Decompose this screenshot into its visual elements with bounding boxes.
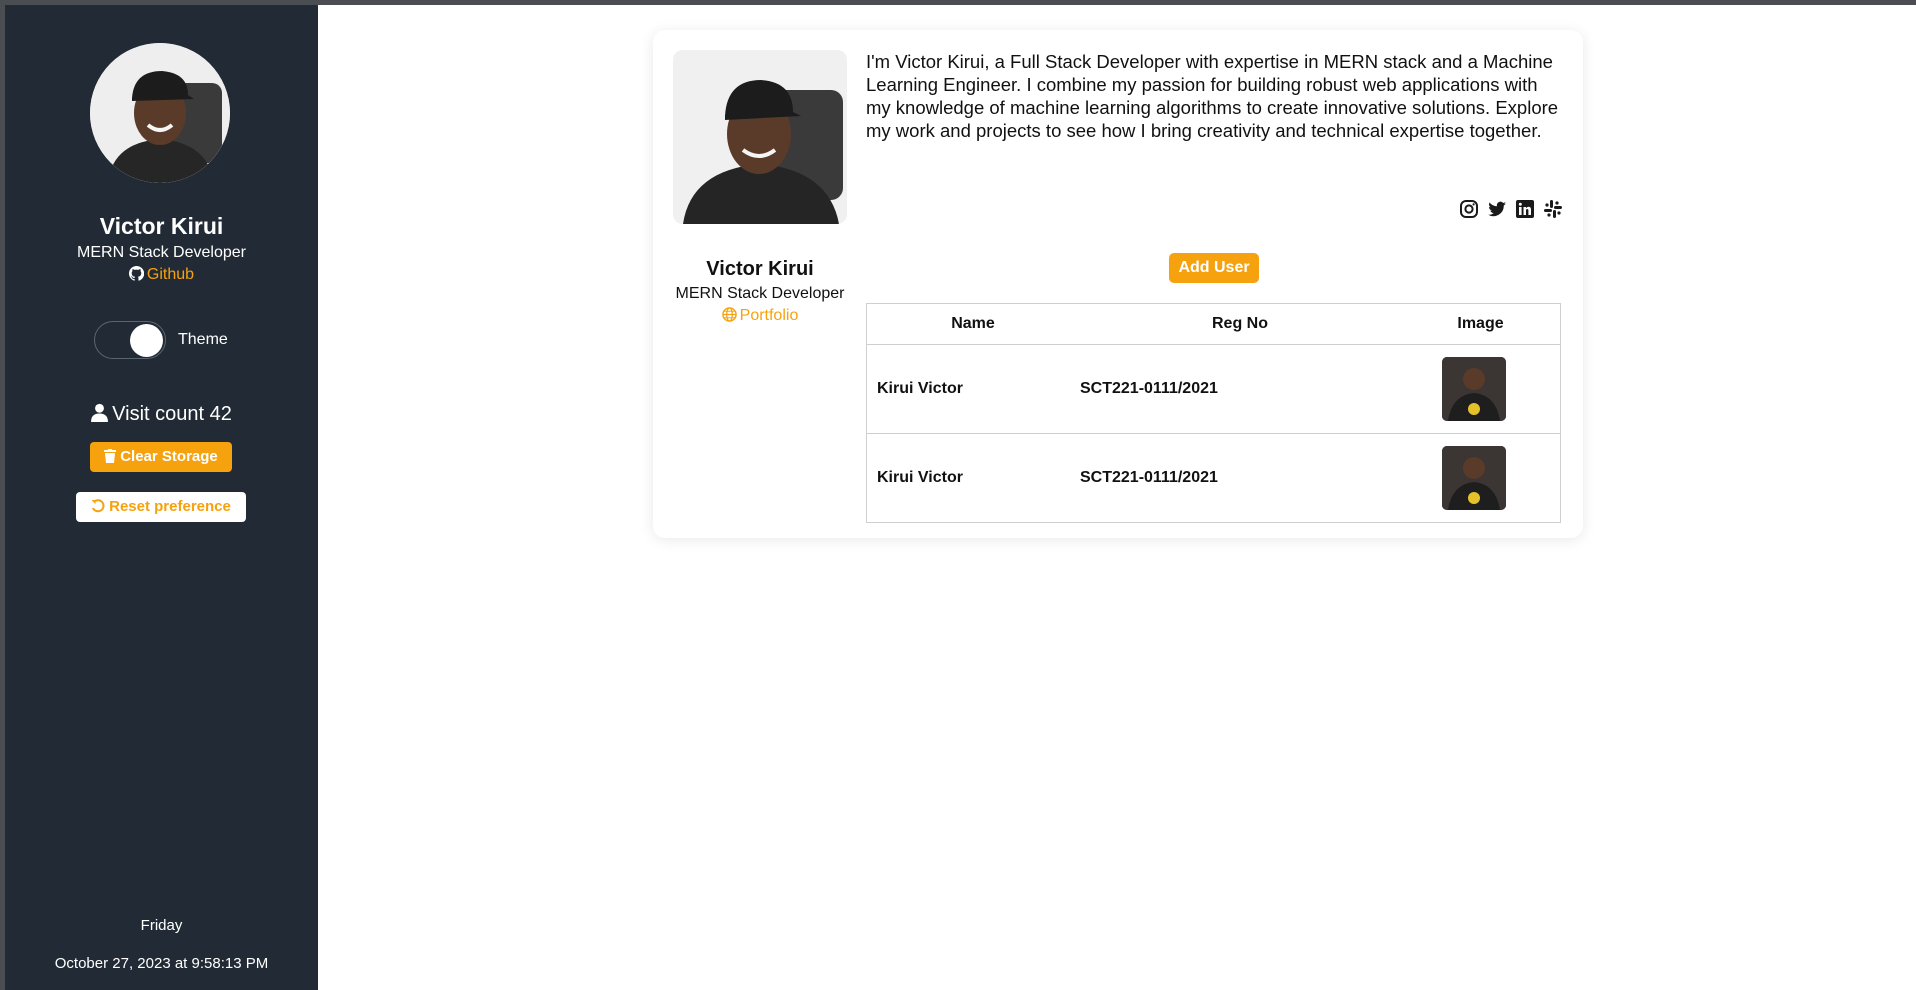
- reset-preference-label: Reset preference: [109, 498, 231, 515]
- twitter-icon[interactable]: [1487, 199, 1507, 219]
- column-header-name: Name: [866, 303, 1079, 345]
- github-icon: [128, 265, 145, 286]
- cell-reg-no: SCT221-0111/2021: [1079, 433, 1401, 523]
- cell-image: [1401, 433, 1561, 523]
- profile-photo: [673, 50, 847, 224]
- table-row: Kirui Victor SCT221-0111/2021: [866, 344, 1561, 434]
- slack-icon[interactable]: [1543, 199, 1563, 219]
- cell-reg-no: SCT221-0111/2021: [1079, 344, 1401, 434]
- add-user-button[interactable]: Add User: [1169, 253, 1259, 283]
- column-header-image: Image: [1401, 303, 1561, 345]
- linkedin-icon[interactable]: [1515, 199, 1535, 219]
- sidebar: Victor Kirui MERN Stack Developer Github…: [5, 5, 318, 990]
- instagram-icon[interactable]: [1459, 199, 1479, 219]
- social-links: [1459, 199, 1563, 219]
- current-datetime: October 27, 2023 at 9:58:13 PM: [54, 955, 269, 972]
- profile-card: I'm Victor Kirui, a Full Stack Developer…: [653, 30, 1583, 538]
- undo-icon: [91, 499, 105, 513]
- sidebar-name: Victor Kirui: [99, 213, 224, 239]
- github-link[interactable]: Github: [5, 265, 318, 286]
- current-day: Friday: [140, 917, 183, 934]
- profile-name: Victor Kirui: [706, 258, 814, 280]
- table-row: Kirui Victor SCT221-0111/2021: [866, 433, 1561, 523]
- theme-toggle-knob: [130, 324, 163, 357]
- sidebar-avatar: [90, 43, 230, 183]
- globe-icon: [721, 307, 737, 322]
- profile-role: MERN Stack Developer: [675, 285, 845, 302]
- portfolio-label: Portfolio: [739, 307, 799, 324]
- clear-storage-button[interactable]: Clear Storage: [90, 442, 232, 472]
- cell-name: Kirui Victor: [866, 344, 1079, 434]
- reset-preference-button[interactable]: Reset preference: [76, 492, 246, 522]
- theme-label: Theme: [178, 331, 228, 348]
- profile-bio: I'm Victor Kirui, a Full Stack Developer…: [866, 51, 1559, 141]
- table-header-row: Name Reg No Image: [866, 303, 1561, 345]
- cell-name: Kirui Victor: [866, 433, 1079, 523]
- users-table: Name Reg No Image Kirui Victor SCT221-01…: [866, 303, 1561, 523]
- user-thumbnail: [1442, 357, 1506, 421]
- theme-toggle[interactable]: [94, 321, 166, 359]
- user-thumbnail: [1442, 446, 1506, 510]
- app-frame: Victor Kirui MERN Stack Developer Github…: [5, 5, 1916, 990]
- visit-count: Visit count 42: [5, 403, 318, 426]
- github-label: Github: [146, 266, 195, 283]
- portfolio-link[interactable]: Portfolio: [653, 307, 867, 325]
- trash-icon: [104, 449, 117, 463]
- column-header-reg-no: Reg No: [1079, 303, 1401, 345]
- user-icon: [91, 403, 109, 422]
- cell-image: [1401, 344, 1561, 434]
- sidebar-role: MERN Stack Developer: [77, 244, 246, 261]
- clear-storage-label: Clear Storage: [120, 448, 218, 465]
- visit-count-label: Visit count 42: [112, 403, 232, 425]
